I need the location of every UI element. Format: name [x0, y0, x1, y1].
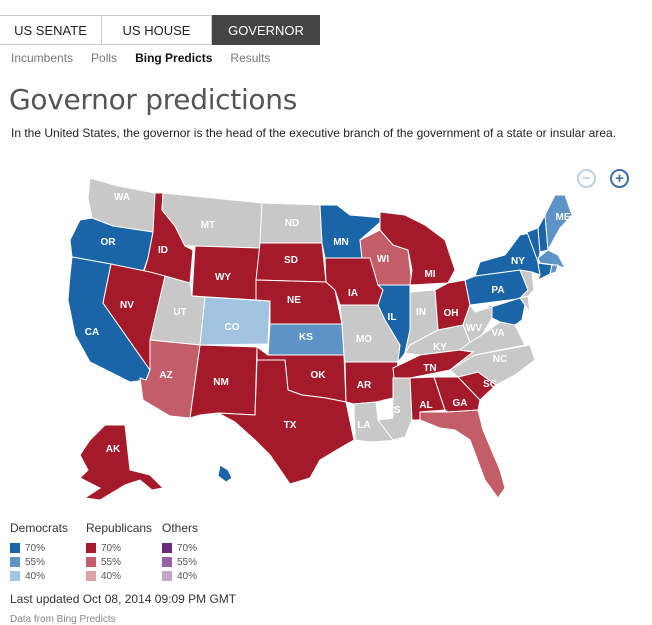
state-label-ca: CA — [85, 327, 99, 338]
state-label-sd: SD — [284, 255, 298, 266]
legend-label: 55% — [101, 556, 122, 568]
state-hi[interactable] — [217, 464, 233, 483]
page-description: In the United States, the governor is th… — [11, 126, 617, 140]
legend-label: 70% — [101, 542, 122, 554]
state-label-nd: ND — [285, 218, 299, 229]
subnav-results[interactable]: Results — [230, 51, 270, 65]
legend-swatch — [86, 543, 96, 553]
legend-item: 55% — [86, 555, 162, 569]
legend-item: 70% — [86, 541, 162, 555]
legend-swatch — [86, 557, 96, 567]
legend-title: Democrats — [10, 521, 69, 535]
state-label-co: CO — [225, 322, 240, 333]
state-label-mi: MI — [424, 269, 435, 280]
state-label-ny: NY — [511, 256, 525, 267]
state-label-ia: IA — [348, 288, 358, 299]
state-label-mt: MT — [201, 220, 215, 231]
legend-item: 55% — [10, 555, 86, 569]
state-label-ms: MS — [386, 405, 401, 416]
state-label-mn: MN — [333, 237, 349, 248]
state-label-oh: OH — [444, 308, 459, 319]
state-label-va: VA — [491, 328, 504, 339]
legend: Democrats 70% 55% 40% Republicans 70% 55… — [10, 521, 238, 583]
legend-item: 40% — [86, 569, 162, 583]
page-title: Governor predictions — [9, 83, 298, 116]
legend-democrats: Democrats 70% 55% 40% — [10, 521, 86, 583]
legend-label: 40% — [25, 570, 46, 582]
legend-item: 70% — [10, 541, 86, 555]
subnav-bing-predicts[interactable]: Bing Predicts — [135, 51, 212, 65]
state-label-ga: GA — [453, 398, 468, 409]
tab-us-senate[interactable]: US SENATE — [0, 15, 102, 45]
state-label-mo: MO — [356, 334, 372, 345]
state-label-nc: NC — [493, 354, 507, 365]
legend-item: 55% — [162, 555, 238, 569]
legend-swatch — [86, 571, 96, 581]
legend-title: Others — [162, 521, 199, 535]
state-label-wy: WY — [215, 272, 231, 283]
legend-swatch — [162, 557, 172, 567]
state-co[interactable] — [199, 296, 271, 346]
legend-label: 40% — [177, 570, 198, 582]
legend-label: 70% — [177, 542, 198, 554]
state-label-al: AL — [419, 400, 432, 411]
state-ak[interactable] — [79, 424, 165, 501]
legend-title: Republicans — [86, 521, 153, 535]
legend-item: 40% — [10, 569, 86, 583]
state-label-id: ID — [158, 245, 168, 256]
state-label-or: OR — [101, 237, 117, 248]
state-label-pa: PA — [491, 285, 504, 296]
state-label-sc: SC — [483, 379, 497, 390]
state-label-ok: OK — [311, 370, 327, 381]
legend-label: 40% — [101, 570, 122, 582]
state-label-az: AZ — [159, 370, 172, 381]
subnav-polls[interactable]: Polls — [91, 51, 117, 65]
state-label-il: IL — [388, 312, 397, 323]
legend-label: 55% — [25, 556, 46, 568]
legend-swatch — [10, 557, 20, 567]
state-label-ky: KY — [433, 342, 447, 353]
us-governor-map: WA OR CA ID NV MT WY UT AZ CO NM ND SD NE KS OK TX MN IA MO… — [67, 177, 573, 501]
state-label-ne: NE — [287, 295, 301, 306]
legend-republicans: Republicans 70% 55% 40% — [86, 521, 162, 583]
race-tabs: US SENATE US HOUSE GOVERNOR — [0, 15, 320, 45]
state-label-nv: NV — [120, 300, 134, 311]
legend-label: 70% — [25, 542, 46, 554]
state-label-wi: WI — [377, 254, 389, 265]
legend-swatch — [10, 571, 20, 581]
state-label-nm: NM — [213, 377, 229, 388]
state-ri[interactable] — [549, 264, 559, 275]
state-ct[interactable] — [537, 262, 553, 282]
state-label-la: LA — [357, 420, 370, 431]
last-updated: Last updated Oct 08, 2014 09:09 PM GMT — [10, 592, 237, 606]
tab-governor[interactable]: GOVERNOR — [212, 15, 320, 45]
legend-others: Others 70% 55% 40% — [162, 521, 238, 583]
legend-swatch — [10, 543, 20, 553]
legend-swatch — [162, 571, 172, 581]
state-label-ak: AK — [106, 444, 121, 455]
state-label-wv: WV — [466, 323, 482, 334]
state-label-ks: KS — [299, 332, 313, 343]
legend-item: 40% — [162, 569, 238, 583]
state-label-tx: TX — [284, 420, 297, 431]
sub-navigation: Incumbents Polls Bing Predicts Results — [11, 51, 270, 65]
legend-label: 55% — [177, 556, 198, 568]
tab-us-house[interactable]: US HOUSE — [102, 15, 212, 45]
subnav-incumbents[interactable]: Incumbents — [11, 51, 73, 65]
state-ar[interactable] — [344, 361, 399, 405]
legend-swatch — [162, 543, 172, 553]
state-label-in: IN — [416, 307, 426, 318]
state-label-me: ME — [556, 212, 571, 223]
state-label-wa: WA — [114, 192, 130, 203]
legend-item: 70% — [162, 541, 238, 555]
state-label-tn: TN — [423, 363, 436, 374]
state-label-fl: FL — [482, 422, 494, 433]
state-label-ar: AR — [357, 380, 372, 391]
state-label-ut: UT — [173, 307, 186, 318]
